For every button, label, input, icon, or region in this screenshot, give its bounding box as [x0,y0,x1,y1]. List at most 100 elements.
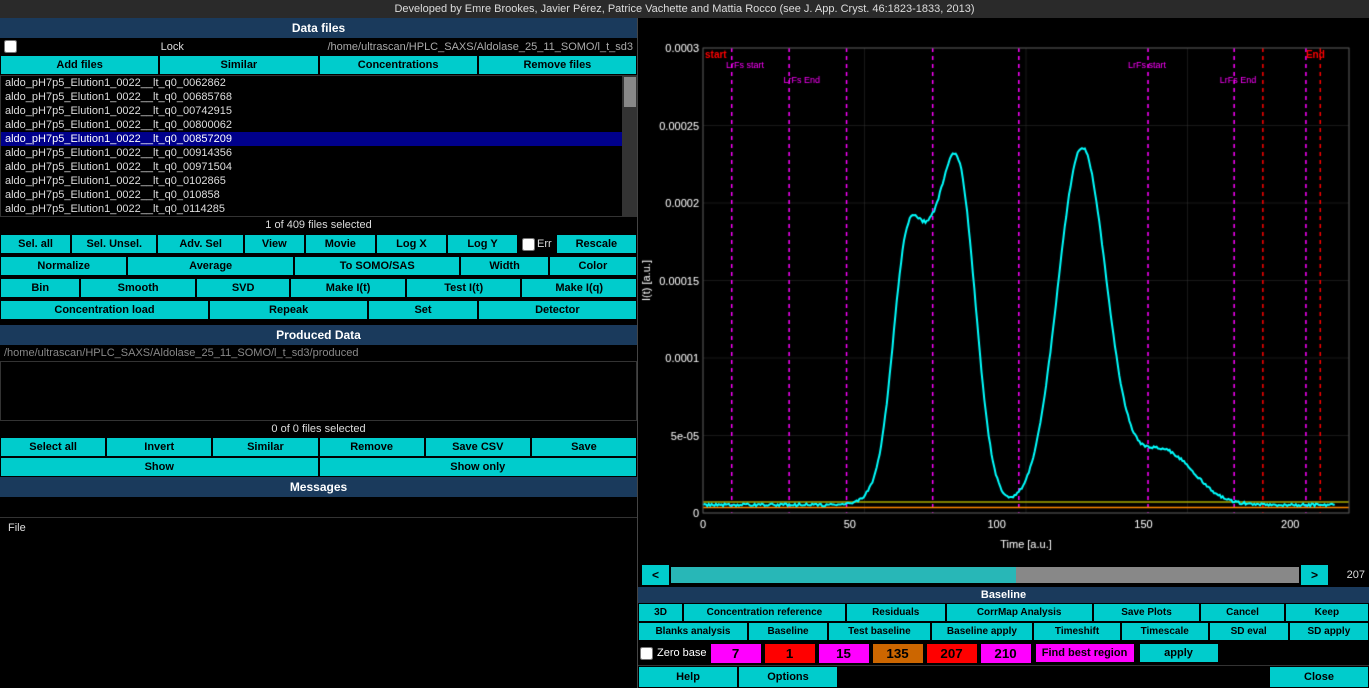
slider-left-button[interactable]: < [642,565,669,585]
save-button[interactable]: Save [531,437,637,457]
conc-load-button[interactable]: Concentration load [0,300,209,320]
zero-base-row: Zero base Find best region apply [638,641,1369,665]
set-button[interactable]: Set [368,300,478,320]
produced-data-header: Produced Data [0,325,637,345]
color-button[interactable]: Color [549,256,637,276]
scrollbar-thumb[interactable] [624,77,636,107]
help-button[interactable]: Help [638,666,738,688]
err-check-group: Err [518,234,556,254]
val4-input[interactable] [873,644,923,663]
messages-content [0,497,637,517]
conc-reference-button[interactable]: Concentration reference [683,603,846,622]
normalize-button[interactable]: Normalize [0,256,127,276]
3d-button[interactable]: 3D [638,603,683,622]
sel-all-button[interactable]: Sel. all [0,234,71,254]
movie-button[interactable]: Movie [305,234,376,254]
residuals-button[interactable]: Residuals [846,603,946,622]
val6-input[interactable] [981,644,1031,663]
val5-input[interactable] [927,644,977,663]
produced-list [0,361,637,421]
timeshift-button[interactable]: Timeshift [1033,622,1121,641]
timescale-button[interactable]: Timescale [1121,622,1209,641]
file-list-item[interactable]: aldo_pH7p5_Elution1_0022__lt_q0_010858 [1,188,622,202]
bin-button[interactable]: Bin [0,278,80,298]
baseline-section: < > 207 Baseline 3D Concentration refere… [638,563,1369,665]
val3-input[interactable] [819,644,869,663]
log-y-button[interactable]: Log Y [447,234,518,254]
slider-right-button[interactable]: > [1301,565,1328,585]
val1-input[interactable] [711,644,761,663]
zero-base-checkbox[interactable] [640,647,653,660]
apply-button[interactable]: apply [1139,643,1219,663]
val2-input[interactable] [765,644,815,663]
controls-section: Sel. all Sel. Unsel. Adv. Sel View Movie… [0,233,637,321]
smooth-button[interactable]: Smooth [80,278,196,298]
concentrations-button[interactable]: Concentrations [319,55,478,75]
file-list-item[interactable]: aldo_pH7p5_Elution1_0022__lt_q0_00971504 [1,160,622,174]
make-iq-button[interactable]: Make I(q) [521,278,637,298]
options-button[interactable]: Options [738,666,838,688]
view-button[interactable]: View [244,234,305,254]
corrmap-button[interactable]: CorrMap Analysis [946,603,1093,622]
produced-path: /home/ultrascan/HPLC_SAXS/Aldolase_25_11… [0,345,637,361]
file-menu[interactable]: File [0,518,34,538]
baseline-button[interactable]: Baseline [748,622,828,641]
close-button[interactable]: Close [1269,666,1369,688]
lock-checkbox[interactable] [4,40,17,53]
left-panel: Data files Lock /home/ultrascan/HPLC_SAX… [0,18,638,688]
messages-header: Messages [0,477,637,497]
baseline-header: Baseline [638,587,1369,603]
file-list-item[interactable]: aldo_pH7p5_Elution1_0022__lt_q0_00742915 [1,104,622,118]
test-it-button[interactable]: Test I(t) [406,278,522,298]
repeak-button[interactable]: Repeak [209,300,368,320]
test-baseline-button[interactable]: Test baseline [828,622,931,641]
show-only-button[interactable]: Show only [319,457,638,477]
rescale-button[interactable]: Rescale [556,234,637,254]
width-button[interactable]: Width [460,256,548,276]
similar-button[interactable]: Similar [159,55,318,75]
save-csv-button[interactable]: Save CSV [425,437,531,457]
sel-unsel-button[interactable]: Sel. Unsel. [71,234,157,254]
ctrl-row-2: Normalize Average To SOMO/SAS Width Colo… [0,256,637,276]
add-files-button[interactable]: Add files [0,55,159,75]
select-all-button[interactable]: Select all [0,437,106,457]
cancel-button[interactable]: Cancel [1200,603,1284,622]
adv-sel-button[interactable]: Adv. Sel [157,234,243,254]
file-count: 1 of 409 files selected [0,217,637,233]
blanks-button[interactable]: Blanks analysis [638,622,748,641]
file-list-item[interactable]: aldo_pH7p5_Elution1_0022__lt_q0_0114285 [1,202,622,216]
file-list-item[interactable]: aldo_pH7p5_Elution1_0022__lt_q0_0062862 [1,76,622,90]
file-list-item[interactable]: aldo_pH7p5_Elution1_0022__lt_q0_00857209 [1,132,622,146]
produced-section: Produced Data /home/ultrascan/HPLC_SAXS/… [0,325,637,477]
ctrl-row-4: Concentration load Repeak Set Detector [0,300,637,320]
similar2-button[interactable]: Similar [212,437,318,457]
file-list-item[interactable]: aldo_pH7p5_Elution1_0022__lt_q0_00800062 [1,118,622,132]
sd-apply-button[interactable]: SD apply [1289,622,1369,641]
log-x-button[interactable]: Log X [376,234,447,254]
err-checkbox[interactable] [522,238,535,251]
detector-button[interactable]: Detector [478,300,637,320]
file-buttons-row: Add files Similar Concentrations Remove … [0,55,637,75]
sd-eval-button[interactable]: SD eval [1209,622,1289,641]
data-files-header: Data files [0,18,637,38]
remove-button[interactable]: Remove [319,437,425,457]
show-button[interactable]: Show [0,457,319,477]
to-somo-button[interactable]: To SOMO/SAS [294,256,461,276]
chart-area [638,18,1369,563]
file-list-item[interactable]: aldo_pH7p5_Elution1_0022__lt_q0_00685768 [1,90,622,104]
file-list-item[interactable]: aldo_pH7p5_Elution1_0022__lt_q0_00914356 [1,146,622,160]
svd-button[interactable]: SVD [196,278,290,298]
invert-button[interactable]: Invert [106,437,212,457]
file-list-item[interactable]: aldo_pH7p5_Elution1_0022__lt_q0_0102865 [1,174,622,188]
remove-files-button[interactable]: Remove files [478,55,637,75]
right-bottom-bar: Help Options Close [638,665,1369,688]
find-best-button[interactable]: Find best region [1035,643,1135,663]
save-plots-button[interactable]: Save Plots [1093,603,1201,622]
make-it-button[interactable]: Make I(t) [290,278,406,298]
keep-button[interactable]: Keep [1285,603,1369,622]
file-list[interactable]: aldo_pH7p5_Elution1_0022__lt_q0_0062862a… [0,75,623,217]
baseline-apply-button[interactable]: Baseline apply [931,622,1034,641]
slider-track[interactable] [671,567,1299,583]
average-button[interactable]: Average [127,256,294,276]
messages-section: Messages [0,477,637,517]
